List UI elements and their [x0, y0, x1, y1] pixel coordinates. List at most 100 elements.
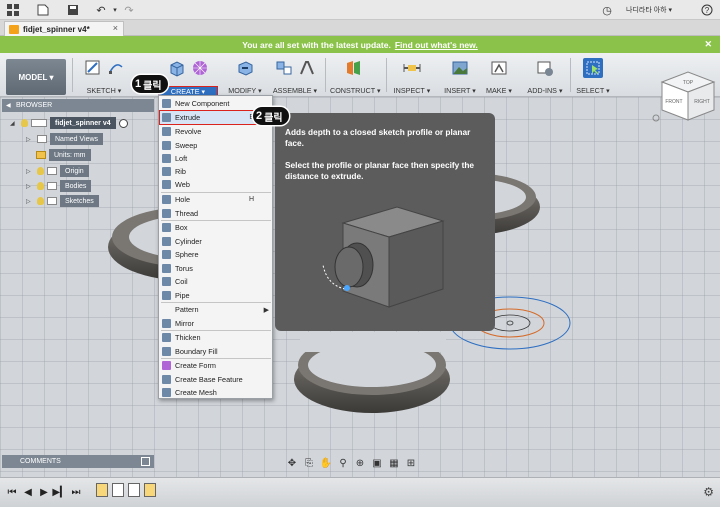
- visibility-bulb-icon[interactable]: [37, 167, 44, 175]
- construct-group[interactable]: CONSTRUCT ▾: [330, 56, 381, 96]
- data-panel-icon[interactable]: [6, 3, 20, 17]
- step-back-icon[interactable]: ◀: [22, 486, 34, 498]
- save-icon[interactable]: [66, 3, 80, 17]
- step-forward-icon[interactable]: ▶▎: [52, 486, 67, 498]
- collapse-icon[interactable]: ◀: [6, 102, 11, 109]
- tree-label[interactable]: Named Views: [50, 133, 104, 145]
- user-account[interactable]: 나디라타 아하 ▾: [626, 5, 672, 15]
- tree-label[interactable]: Units: mm: [49, 149, 91, 161]
- workspace-switcher[interactable]: MODEL ▾: [6, 59, 66, 95]
- menu-item-rib[interactable]: Rib: [160, 165, 272, 178]
- pan-icon[interactable]: ✋: [320, 457, 332, 469]
- create-group[interactable]: CREATE ▾: [158, 56, 218, 97]
- menu-item-box[interactable]: Box: [160, 221, 272, 234]
- extrude-icon[interactable]: [167, 58, 187, 78]
- menu-item-create-form[interactable]: Create Form: [160, 359, 272, 372]
- timeline-feature[interactable]: [112, 483, 124, 497]
- construct-menu[interactable]: CONSTRUCT ▾: [330, 86, 381, 95]
- sketch-menu[interactable]: SKETCH ▾: [76, 86, 132, 95]
- expand-icon[interactable]: ▷: [26, 168, 34, 175]
- menu-item-thicken[interactable]: Thicken: [160, 331, 272, 344]
- grid-settings-icon[interactable]: ▦: [388, 457, 400, 469]
- scripts-icon[interactable]: [535, 58, 555, 78]
- display-settings-icon[interactable]: ▣: [371, 457, 383, 469]
- tree-item-named-views[interactable]: ▷ Named Views: [26, 133, 104, 145]
- tree-item-sketches[interactable]: ▷ Sketches: [26, 195, 99, 207]
- zoom-icon[interactable]: ⚲: [337, 457, 349, 469]
- expand-icon[interactable]: ▷: [26, 136, 34, 143]
- form-icon[interactable]: [190, 58, 210, 78]
- menu-item-revolve[interactable]: Revolve: [160, 125, 272, 138]
- visibility-bulb-icon[interactable]: [21, 119, 28, 127]
- document-tab[interactable]: fidjet_spinner v4* ×: [4, 21, 124, 36]
- file-menu-icon[interactable]: [36, 3, 50, 17]
- new-component-icon[interactable]: [274, 58, 294, 78]
- whats-new-link[interactable]: Find out what's new.: [395, 40, 478, 50]
- tree-root[interactable]: ◢ fidjet_spinner v4: [10, 117, 128, 129]
- select-icon[interactable]: [583, 58, 603, 78]
- menu-item-web[interactable]: Web: [160, 178, 272, 191]
- tree-item-bodies[interactable]: ▷ Bodies: [26, 180, 92, 192]
- menu-item-cylinder[interactable]: Cylinder: [160, 235, 272, 248]
- joint-icon[interactable]: [297, 58, 317, 78]
- sketch-icon[interactable]: [83, 58, 103, 78]
- offset-plane-icon[interactable]: [345, 58, 365, 78]
- assemble-group[interactable]: ASSEMBLE ▾: [272, 56, 318, 96]
- visibility-bulb-icon[interactable]: [37, 197, 44, 205]
- look-at-icon[interactable]: ⎘: [303, 457, 315, 469]
- modify-group[interactable]: MODIFY ▾: [222, 56, 268, 96]
- menu-item-torus[interactable]: Torus: [160, 262, 272, 275]
- sketch-group[interactable]: SKETCH ▾: [76, 56, 132, 96]
- modify-menu[interactable]: MODIFY ▾: [222, 86, 268, 95]
- redo-icon[interactable]: ↷: [122, 3, 136, 17]
- expand-comments-icon[interactable]: [141, 457, 150, 466]
- help-icon[interactable]: ?: [700, 3, 714, 17]
- menu-item-create-mesh[interactable]: Create Mesh: [160, 386, 272, 399]
- addins-menu[interactable]: ADD-INS ▾: [524, 86, 566, 95]
- insert-image-icon[interactable]: [450, 58, 470, 78]
- undo-dropdown-icon[interactable]: ▾: [108, 3, 122, 17]
- menu-item-pipe[interactable]: Pipe: [160, 289, 272, 302]
- close-banner-icon[interactable]: ✕: [704, 39, 712, 50]
- assemble-menu[interactable]: ASSEMBLE ▾: [272, 86, 318, 95]
- tree-label-root[interactable]: fidjet_spinner v4: [50, 117, 116, 129]
- orbit-icon[interactable]: ✥: [286, 457, 298, 469]
- close-tab-icon[interactable]: ×: [113, 23, 118, 33]
- tree-item-origin[interactable]: ▷ Origin: [26, 165, 89, 177]
- measure-icon[interactable]: [402, 58, 422, 78]
- inspect-menu[interactable]: INSPECT ▾: [392, 86, 432, 95]
- timeline-settings-gear-icon[interactable]: ⚙: [703, 485, 714, 499]
- go-to-end-icon[interactable]: ⏭: [70, 486, 82, 498]
- menu-item-sphere[interactable]: Sphere: [160, 248, 272, 261]
- comments-panel[interactable]: COMMENTS: [2, 455, 154, 468]
- browser-panel-header[interactable]: ◀ BROWSER: [2, 99, 154, 112]
- line-icon[interactable]: [106, 58, 126, 78]
- activate-radio-icon[interactable]: [118, 118, 128, 128]
- play-icon[interactable]: ▶: [38, 486, 50, 498]
- insert-menu[interactable]: INSERT ▾: [440, 86, 480, 95]
- menu-item-create-base-feature[interactable]: Create Base Feature: [160, 373, 272, 386]
- select-group[interactable]: SELECT ▾: [574, 56, 612, 96]
- expand-icon[interactable]: ▷: [26, 183, 34, 190]
- menu-item-pattern[interactable]: Pattern ▶: [160, 303, 272, 316]
- undo-icon[interactable]: ↶: [94, 3, 108, 17]
- timeline-sketch-feature[interactable]: [144, 483, 156, 497]
- menu-item-thread[interactable]: Thread: [160, 207, 272, 220]
- viewcube-front[interactable]: FRONT: [665, 99, 682, 105]
- menu-item-coil[interactable]: Coil: [160, 275, 272, 288]
- tree-item-units[interactable]: Units: mm: [36, 149, 91, 161]
- job-status-icon[interactable]: ◷: [600, 3, 614, 17]
- expand-icon[interactable]: ◢: [10, 120, 18, 127]
- viewports-icon[interactable]: ⊞: [405, 457, 417, 469]
- tree-label[interactable]: Sketches: [60, 195, 99, 207]
- go-to-start-icon[interactable]: ⏮: [6, 486, 18, 498]
- menu-item-sweep[interactable]: Sweep: [160, 139, 272, 152]
- menu-item-mirror[interactable]: Mirror: [160, 317, 272, 330]
- make-group[interactable]: MAKE ▾: [484, 56, 514, 96]
- menu-item-loft[interactable]: Loft: [160, 152, 272, 165]
- menu-item-new-component[interactable]: New Component: [160, 97, 272, 110]
- view-cube[interactable]: TOP FRONT RIGHT: [652, 70, 716, 132]
- timeline-feature[interactable]: [128, 483, 140, 497]
- 3d-print-icon[interactable]: [489, 58, 509, 78]
- visibility-bulb-icon[interactable]: [37, 182, 44, 190]
